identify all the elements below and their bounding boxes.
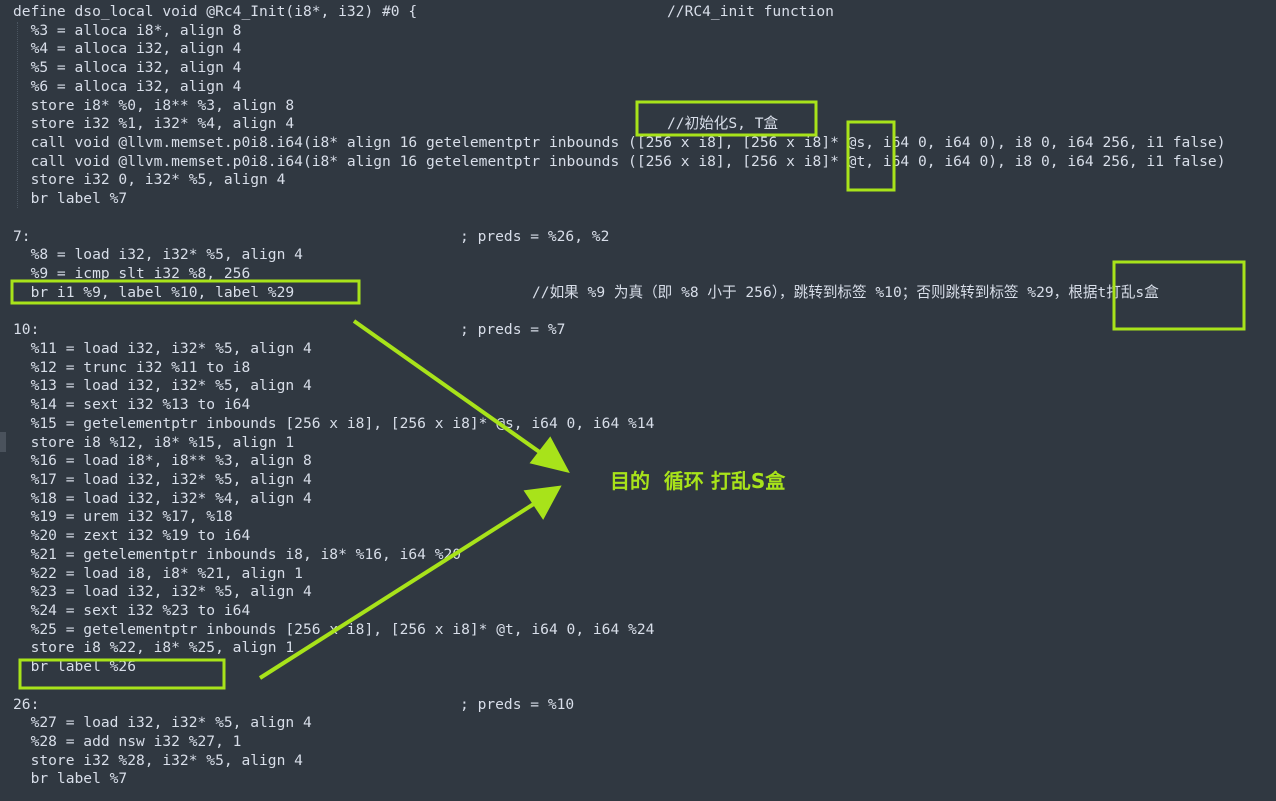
arrow-line-2 xyxy=(258,498,542,680)
highlight-box-br-i1 xyxy=(10,279,361,305)
annotation-overlay xyxy=(10,100,1246,690)
highlight-box-br-label-26 xyxy=(18,658,226,690)
highlight-box-s-t xyxy=(846,120,896,192)
highlight-box-shuffle-comment xyxy=(1112,260,1246,331)
arrow-head-1 xyxy=(529,436,570,473)
arrow-head-2 xyxy=(523,485,562,520)
goal-annotation: 目的 循环 打乱S盒 xyxy=(610,469,786,493)
highlight-box-init-comment xyxy=(635,100,818,137)
arrow-line-1 xyxy=(352,319,550,460)
